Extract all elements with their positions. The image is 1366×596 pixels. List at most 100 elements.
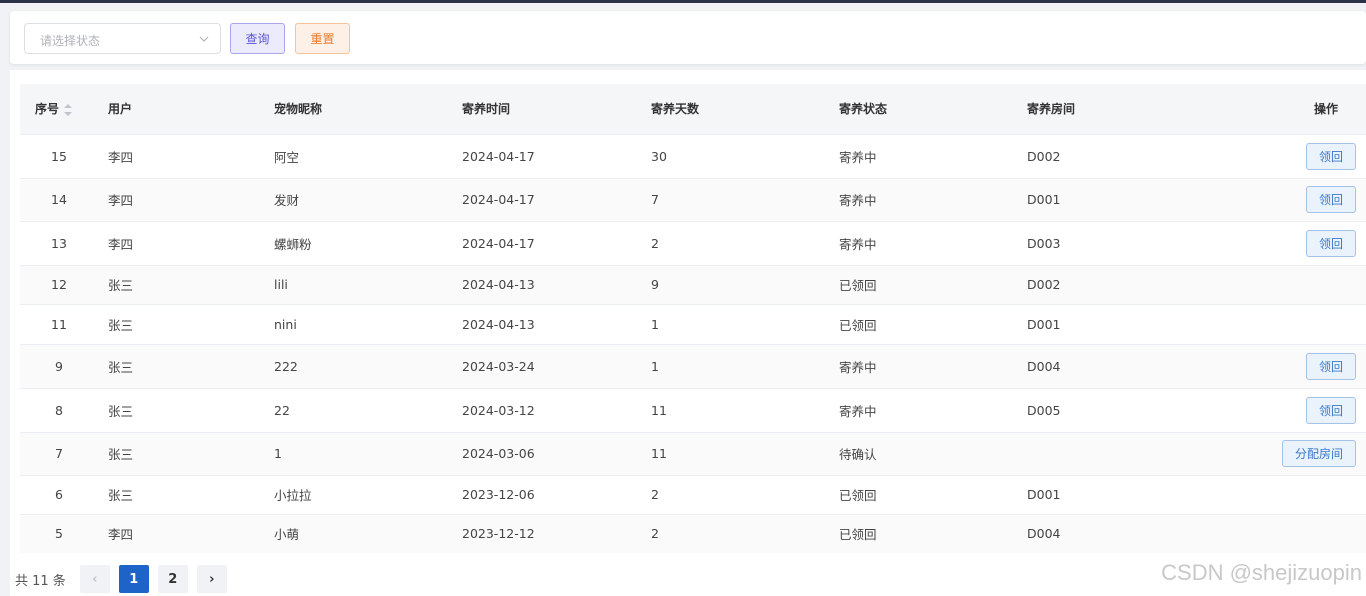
table-row: 14 李四 发财 2024-04-17 7 寄养中 D001 领回 — [20, 178, 1366, 221]
cell-status: 寄养中 — [839, 403, 877, 419]
cell-op: 领回 — [1207, 221, 1366, 265]
cell-index: 11 — [51, 316, 67, 332]
header-time: 寄养时间 — [462, 102, 511, 117]
cell-days: 11 — [651, 446, 667, 461]
cell-time: 2024-04-17 — [462, 192, 535, 207]
cell-index: 12 — [51, 277, 67, 292]
header-room: 寄养房间 — [1027, 102, 1076, 117]
table-row: 15 李四 阿空 2024-04-17 30 寄养中 D002 领回 — [20, 134, 1366, 178]
return-button[interactable]: 领回 — [1305, 229, 1356, 257]
sort-icon[interactable] — [64, 103, 73, 116]
cell-op: 领回 — [1207, 178, 1366, 221]
cell-user: 张三 — [108, 403, 134, 419]
cell-op — [1207, 514, 1366, 553]
return-button[interactable]: 领回 — [1305, 186, 1356, 213]
cell-pet: 发财 — [274, 193, 300, 208]
table-header-row: 序号 用户 宠物昵称 寄养时间 寄养天数 寄养状态 寄养房间 操作 — [20, 84, 1366, 134]
cell-pet: 阿空 — [274, 149, 300, 165]
cell-pet: 22 — [274, 402, 290, 418]
cell-index: 7 — [55, 446, 63, 461]
cell-days: 2 — [651, 235, 659, 251]
cell-index: 9 — [55, 358, 63, 374]
cell-days: 7 — [651, 192, 659, 207]
cell-op — [1207, 475, 1366, 514]
table-row: 5 李四 小萌 2023-12-12 2 已领回 D004 — [20, 514, 1366, 553]
cell-time: 2024-04-13 — [462, 316, 535, 332]
cell-time: 2023-12-12 — [462, 526, 535, 542]
return-button[interactable]: 领回 — [1305, 142, 1356, 170]
pagination: 共 11 条 ‹ 1 2 › — [15, 565, 236, 593]
cell-user: 张三 — [108, 278, 134, 293]
cell-user: 张三 — [108, 447, 134, 462]
cell-status: 已领回 — [839, 527, 877, 543]
table-row: 12 张三 lili 2024-04-13 9 已领回 D002 — [20, 265, 1366, 304]
assign-room-button[interactable]: 分配房间 — [1281, 440, 1356, 467]
cell-op: 分配房间 — [1207, 432, 1366, 475]
cell-index: 14 — [51, 192, 67, 207]
cell-pet: 222 — [274, 358, 298, 374]
return-button[interactable]: 领回 — [1305, 352, 1356, 380]
cell-time: 2024-03-12 — [462, 402, 535, 418]
cell-days: 2 — [651, 487, 659, 502]
next-page-button[interactable]: › — [196, 565, 227, 593]
cell-room: D002 — [1027, 148, 1061, 164]
pagination-total: 共 11 条 — [15, 573, 66, 589]
page-1-button[interactable]: 1 — [118, 565, 149, 593]
cell-room: D005 — [1027, 402, 1061, 418]
cell-op — [1207, 265, 1366, 304]
cell-pet: lili — [274, 277, 288, 292]
header-status: 寄养状态 — [839, 102, 888, 117]
cell-pet: 小萌 — [274, 527, 300, 543]
cell-room: D001 — [1027, 487, 1061, 502]
cell-status: 寄养中 — [839, 359, 877, 375]
cell-room: D002 — [1027, 277, 1061, 292]
table-row: 6 张三 小拉拉 2023-12-06 2 已领回 D001 — [20, 475, 1366, 514]
table-row: 13 李四 螺蛳粉 2024-04-17 2 寄养中 D003 领回 — [20, 221, 1366, 265]
cell-status: 寄养中 — [839, 193, 877, 208]
cell-room: D003 — [1027, 235, 1061, 251]
cell-days: 1 — [651, 358, 659, 374]
cell-index: 6 — [55, 487, 63, 502]
table-row: 7 张三 1 2024-03-06 11 待确认 分配房间 — [20, 432, 1366, 475]
chevron-down-icon — [199, 36, 209, 42]
cell-user: 李四 — [108, 236, 134, 252]
cell-op: 领回 — [1207, 134, 1366, 178]
return-button[interactable]: 领回 — [1305, 396, 1356, 424]
boarding-table: 序号 用户 宠物昵称 寄养时间 寄养天数 寄养状态 寄养房间 操作 1 5 李四 阿空… — [20, 84, 1366, 553]
table-row: 11 张三 nini 2024-04-13 1 已领回 D001 — [20, 304, 1366, 344]
prev-page-button[interactable]: ‹ — [79, 565, 110, 593]
cell-days: 1 — [651, 316, 659, 332]
cell-room — [1027, 432, 1207, 475]
cell-op: 领回 — [1207, 344, 1366, 388]
cell-days: 11 — [651, 402, 667, 418]
cell-user: 张三 — [108, 359, 134, 375]
cell-room: D004 — [1027, 526, 1061, 542]
filter-bar: 请选择状态 查询 重置 — [10, 11, 1366, 64]
cell-pet: 1 — [274, 446, 282, 461]
header-op: 操作 — [1313, 102, 1338, 117]
cell-index: 8 — [55, 402, 63, 418]
reset-button[interactable]: 重置 — [295, 23, 350, 54]
cell-pet: 螺蛳粉 — [274, 236, 312, 252]
cell-status: 已领回 — [839, 278, 877, 293]
status-select[interactable]: 请选择状态 — [24, 23, 221, 54]
top-border — [0, 0, 1366, 3]
header-index[interactable]: 序号 — [20, 84, 98, 134]
header-user: 用户 — [108, 102, 133, 117]
cell-user: 张三 — [108, 317, 134, 333]
cell-room: D001 — [1027, 316, 1061, 332]
cell-pet: nini — [274, 316, 297, 332]
cell-user: 李四 — [108, 527, 134, 543]
cell-time: 2023-12-06 — [462, 487, 535, 502]
header-days: 寄养天数 — [651, 102, 700, 117]
cell-status: 寄养中 — [839, 149, 877, 165]
query-button[interactable]: 查询 — [230, 23, 285, 54]
status-select-placeholder: 请选择状态 — [40, 34, 101, 48]
cell-index: 13 — [51, 235, 67, 251]
cell-status: 已领回 — [839, 317, 877, 333]
cell-pet: 小拉拉 — [274, 488, 312, 503]
page-2-button[interactable]: 2 — [157, 565, 188, 593]
table-row: 8 张三 22 2024-03-12 11 寄养中 D005 领回 — [20, 388, 1366, 432]
cell-room: D001 — [1027, 192, 1061, 207]
cell-index: 5 — [55, 526, 63, 542]
